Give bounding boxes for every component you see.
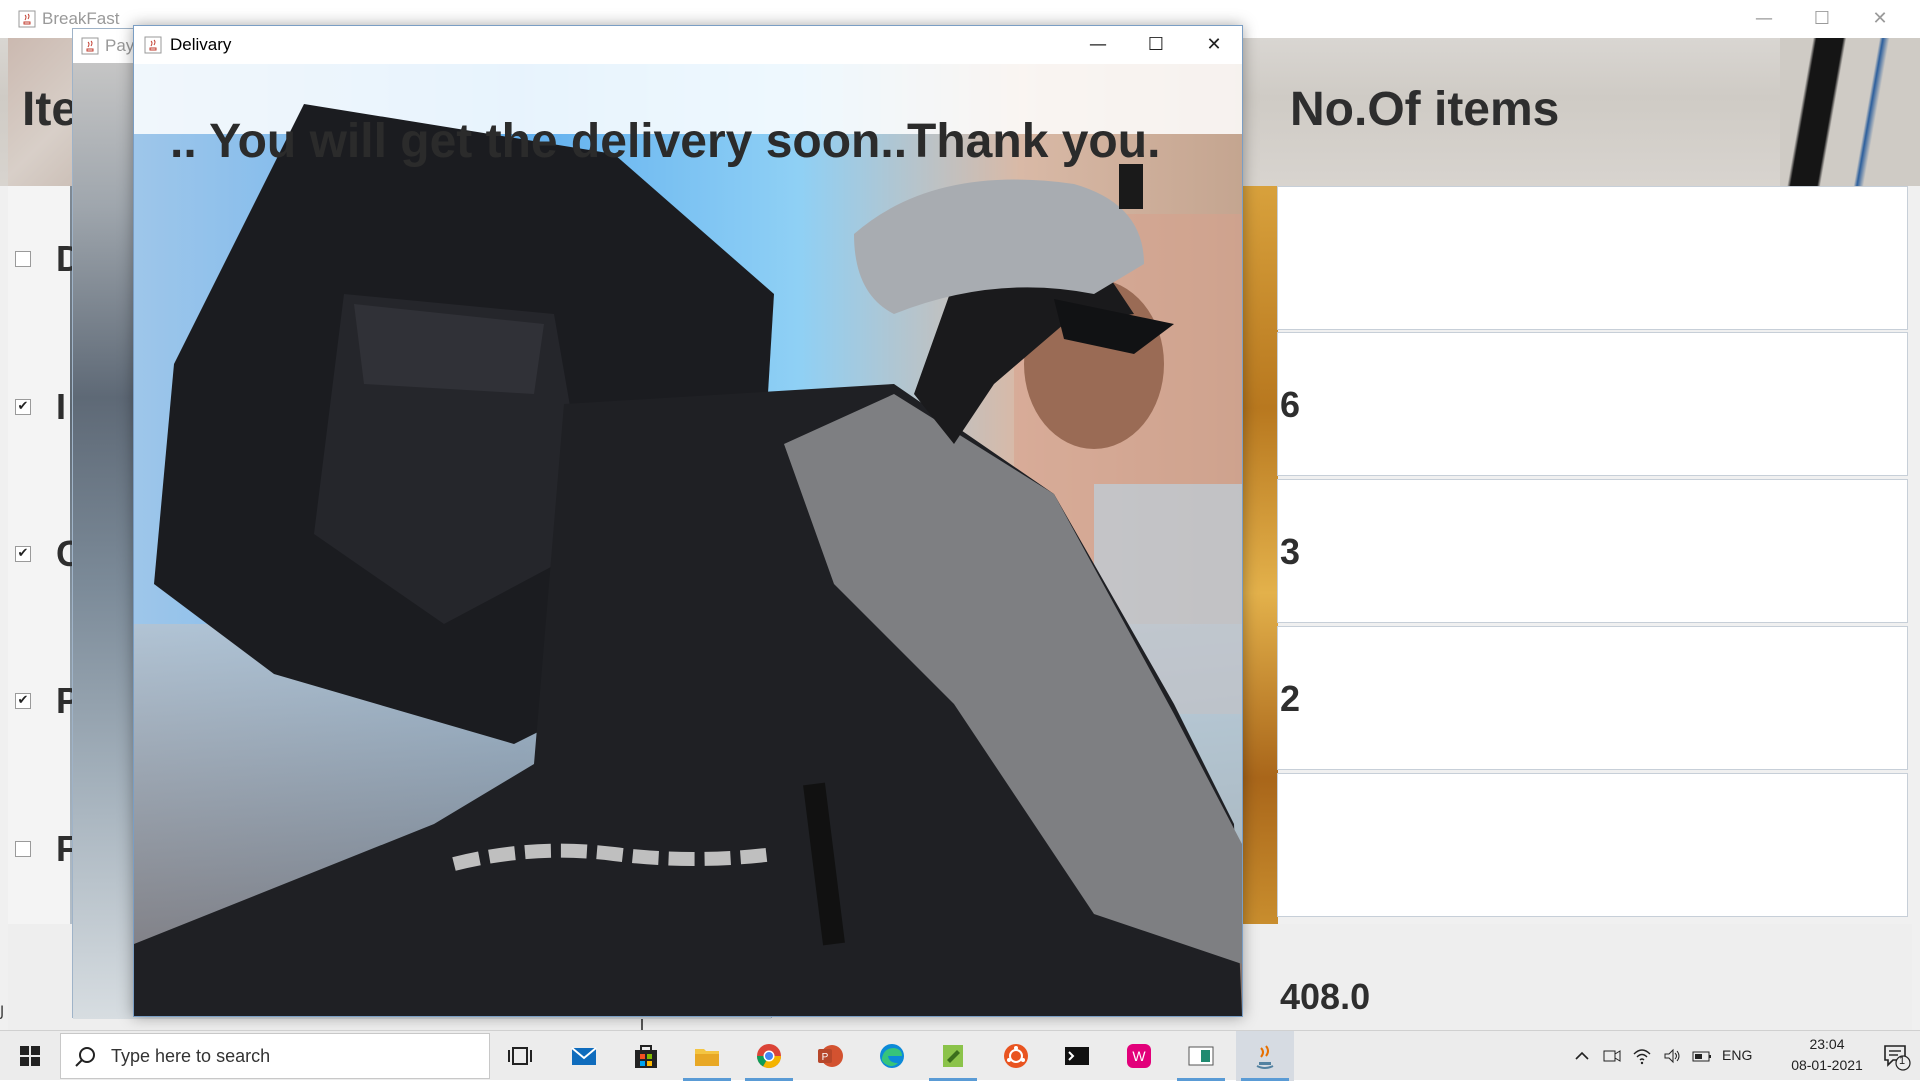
taskbar-mail[interactable]	[555, 1031, 613, 1081]
quantity-value-2: 6	[1280, 384, 1301, 425]
meet-now-icon[interactable]	[1602, 1046, 1622, 1066]
left-edge-text: J	[0, 1004, 5, 1020]
powerpoint-icon: P	[818, 1045, 843, 1067]
notepad-plus-icon	[943, 1045, 963, 1067]
terminal-icon	[1065, 1047, 1089, 1065]
taskbar-store[interactable]	[617, 1031, 675, 1081]
item-checkbox-3[interactable]: ✔	[15, 546, 31, 562]
delivery-courier-photo: .. You will get the delivery soon..Thank…	[134, 64, 1242, 1016]
delivery-maximize-button[interactable]: ☐	[1127, 26, 1185, 64]
java-icon	[1256, 1045, 1274, 1069]
taskbar-ubuntu[interactable]	[987, 1031, 1045, 1081]
java-app-icon	[81, 37, 99, 55]
svg-text:W: W	[1132, 1048, 1146, 1064]
delivery-minimize-button[interactable]: —	[1069, 26, 1127, 64]
taskbar-task-view[interactable]	[491, 1031, 549, 1081]
app-icon	[1188, 1046, 1214, 1066]
input-language[interactable]: ENG	[1722, 1047, 1752, 1063]
taskbar-chrome[interactable]	[740, 1031, 798, 1081]
delivery-window: Delivary — ☐ ✕ .. You will get the deliv…	[133, 25, 1243, 1017]
edge-icon	[880, 1044, 904, 1068]
food-image-strip	[1240, 186, 1278, 926]
store-icon	[635, 1045, 657, 1068]
windows-logo-icon	[20, 1046, 40, 1066]
quantity-field-5[interactable]	[1277, 773, 1908, 917]
no-of-items-heading: No.Of items	[1290, 83, 1560, 136]
delivery-close-button[interactable]: ✕	[1185, 26, 1243, 64]
volume-icon[interactable]	[1662, 1046, 1682, 1066]
taskbar: Type here to search P W ENG 23:04 08-01-…	[0, 1030, 1920, 1081]
taskbar-file-explorer[interactable]	[678, 1031, 736, 1081]
java-app-icon	[18, 10, 36, 28]
chrome-icon	[757, 1044, 781, 1069]
taskbar-search-box[interactable]: Type here to search	[60, 1033, 490, 1079]
item-checkbox-5[interactable]	[15, 841, 31, 857]
taskbar-powerpoint[interactable]: P	[801, 1031, 859, 1081]
svg-text:P: P	[822, 1052, 829, 1063]
notification-count: 1	[1899, 1055, 1906, 1067]
delivery-message: .. You will get the delivery soon..Thank…	[170, 115, 1161, 168]
battery-icon[interactable]	[1692, 1046, 1712, 1066]
quantity-value-3: 3	[1280, 531, 1301, 572]
breakfast-header-right-image	[1780, 38, 1920, 186]
quantity-field-2[interactable]	[1277, 332, 1908, 476]
system-tray: ENG 23:04 08-01-2021 1	[1550, 1031, 1920, 1081]
quantity-field-3[interactable]	[1277, 479, 1908, 623]
taskbar-terminal[interactable]	[1048, 1031, 1106, 1081]
clock-time[interactable]: 23:04	[1782, 1036, 1872, 1052]
taskbar-notepad-plus[interactable]	[924, 1031, 982, 1081]
quantity-field-4[interactable]	[1277, 626, 1908, 770]
taskbar-app[interactable]	[1172, 1031, 1230, 1081]
breakfast-close-button[interactable]: ✕	[1851, 0, 1909, 38]
start-button[interactable]	[0, 1031, 60, 1081]
notification-center-button[interactable]: 1	[1882, 1043, 1912, 1071]
breakfast-maximize-button[interactable]: ☐	[1793, 0, 1851, 38]
total-amount: 408.0	[1280, 976, 1371, 1017]
delivery-titlebar[interactable]: Delivary — ☐ ✕	[134, 26, 1242, 64]
quantity-value-4: 2	[1280, 678, 1301, 719]
java-app-icon	[144, 36, 162, 54]
taskbar-edge[interactable]	[863, 1031, 921, 1081]
chevron-up-icon[interactable]	[1572, 1046, 1592, 1066]
taskbar-wampserver[interactable]: W	[1110, 1031, 1168, 1081]
breakfast-minimize-button[interactable]: —	[1735, 0, 1793, 38]
taskbar-java[interactable]	[1236, 1031, 1294, 1081]
item-checkbox-1[interactable]	[15, 251, 31, 267]
pay-window-title: Pay	[105, 36, 135, 55]
task-view-icon	[508, 1047, 532, 1065]
item-checkbox-2[interactable]: ✔	[15, 399, 31, 415]
search-placeholder: Type here to search	[111, 1046, 271, 1066]
file-explorer-icon	[695, 1049, 719, 1066]
search-icon	[75, 1047, 95, 1067]
item-checkbox-4[interactable]: ✔	[15, 693, 31, 709]
ubuntu-icon	[1004, 1044, 1028, 1068]
wifi-icon[interactable]	[1632, 1046, 1652, 1066]
clock-date[interactable]: 08-01-2021	[1782, 1057, 1872, 1073]
mail-icon	[571, 1047, 597, 1065]
wampserver-icon: W	[1127, 1044, 1151, 1068]
delivery-window-title: Delivary	[170, 35, 232, 54]
item-label-2: I	[56, 386, 67, 427]
breakfast-window-title: BreakFast	[42, 9, 120, 28]
quantity-field-1[interactable]	[1277, 186, 1908, 330]
items-heading: Ite	[22, 83, 79, 136]
notification-icon	[1884, 1045, 1911, 1071]
courier-illustration	[134, 64, 1242, 1016]
